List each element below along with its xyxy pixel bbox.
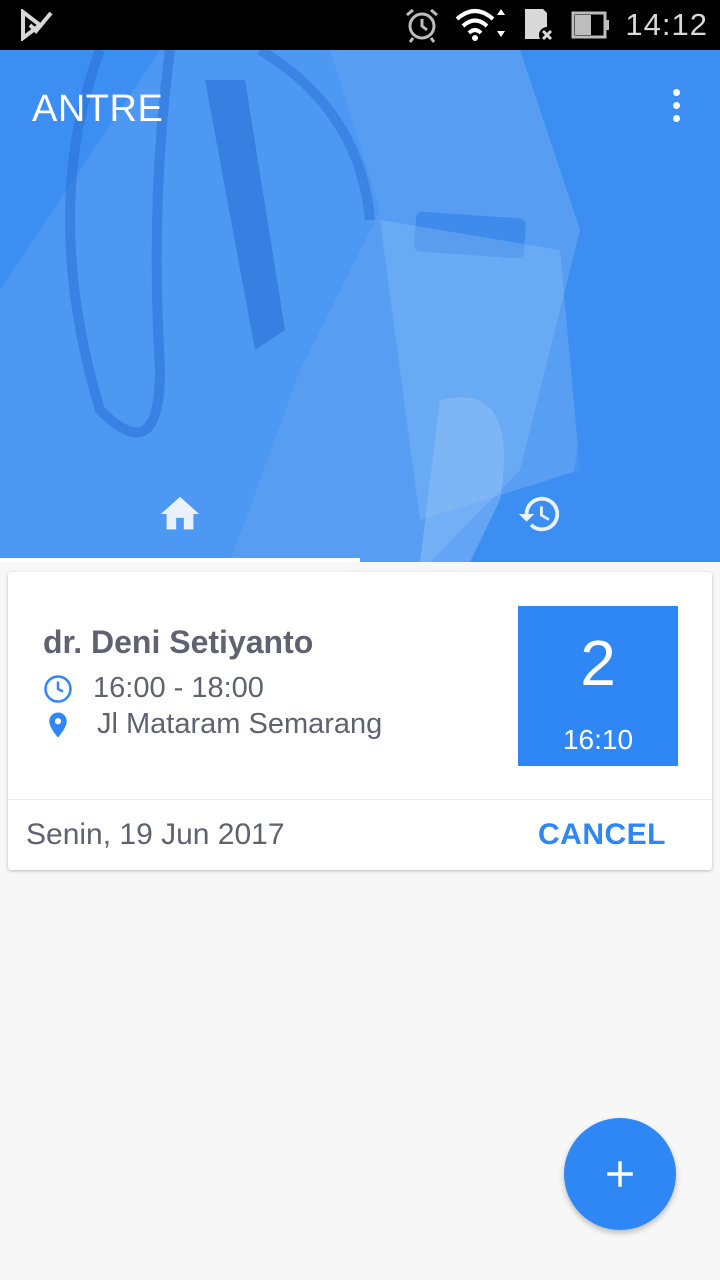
tab-home[interactable] [0,485,360,562]
appointment-card[interactable]: dr. Deni Setiyanto 16:00 - 18:00 Jl Mata… [8,572,712,870]
location-text: Jl Mataram Semarang [97,708,383,740]
doctor-name: dr. Deni Setiyanto [43,624,314,660]
status-time: 14:12 [625,7,708,42]
card-divider [8,799,712,800]
app-header: ANTRE [0,50,720,562]
queue-number: 2 [580,627,616,699]
alarm-icon [406,8,439,43]
home-icon [160,496,200,529]
add-button[interactable] [564,1118,676,1230]
play-check-icon [21,9,53,41]
status-bar: 14:12 [0,0,720,50]
sd-card-icon [525,9,556,43]
wifi-icon [456,9,506,41]
tab-history[interactable] [360,485,720,562]
appointment-date: Senin, 19 Jun 2017 [26,818,285,851]
queue-time: 16:10 [562,724,634,755]
battery-icon [571,11,610,39]
app-title: ANTRE [32,88,164,130]
time-range-row: 16:00 - 18:00 [43,672,264,705]
more-vert-icon[interactable] [656,80,696,130]
clock-icon [44,674,72,703]
queue-number-box: 2 16:10 [518,606,678,766]
time-range: 16:00 - 18:00 [93,672,264,704]
history-icon [518,496,560,531]
add-icon [607,1161,633,1187]
cancel-button[interactable]: CANCEL [538,818,666,852]
tab-bar [0,485,720,562]
location-row: Jl Mataram Semarang [43,708,382,741]
location-pin-icon [49,712,67,737]
